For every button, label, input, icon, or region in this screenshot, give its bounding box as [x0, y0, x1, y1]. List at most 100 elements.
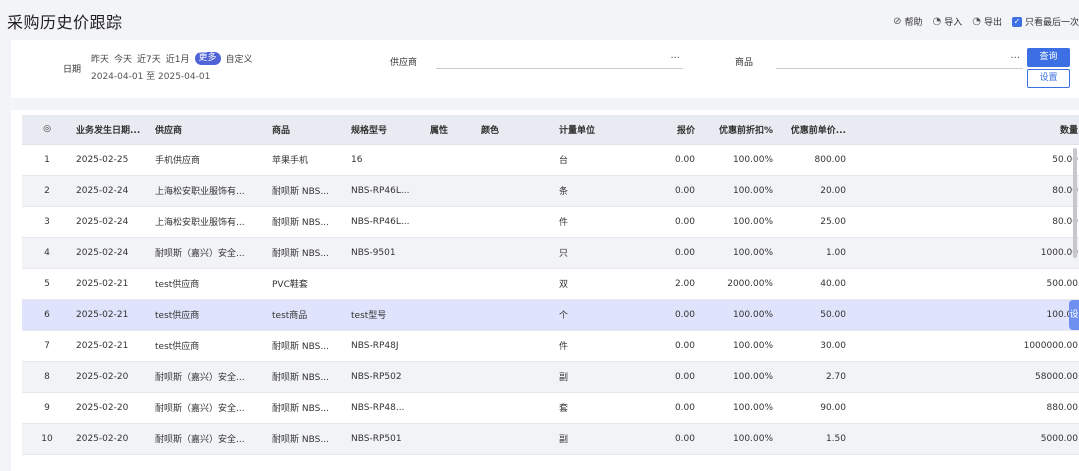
cell-color	[477, 299, 555, 331]
cell-attr	[426, 268, 477, 300]
settings-button[interactable]: 设置	[1027, 69, 1070, 88]
vertical-scrollbar[interactable]	[1073, 148, 1077, 258]
header-qty[interactable]: 数量	[850, 115, 1079, 145]
table-row[interactable]: 7 2025-02-21 test供应商 耐呗斯 NBS... NBS-RP48J 件 0.…	[22, 330, 1079, 362]
cell-discount: 100.00%	[699, 392, 777, 424]
table-row[interactable]: 5 2025-02-21 test供应商 PVC鞋套 双 2.00 2000.00% 40.0…	[22, 268, 1079, 300]
table-row[interactable]: 10 2025-02-20 耐呗斯（嘉兴）安全... 耐呗斯 NBS... NBS-RP…	[22, 423, 1079, 455]
header-attr[interactable]: 属性	[426, 115, 477, 145]
export-icon: ◔	[972, 16, 981, 27]
table-row[interactable]: 2 2025-02-24 上海松安职业服饰有... 耐呗斯 NBS... NBS-RP4…	[22, 175, 1079, 207]
table-row[interactable]: 8 2025-02-20 耐呗斯（嘉兴）安全... 耐呗斯 NBS... NBS-RP5…	[22, 361, 1079, 393]
table-body: 1 2025-02-25 手机供应商 苹果手机 16 台 0.00 100.00% 800.00…	[22, 144, 1079, 455]
quick-date-range: 昨天 今天 近7天 近1月 更多 自定义	[91, 52, 258, 65]
cell-price: 0.00	[640, 175, 699, 207]
quick-custom[interactable]: 自定义	[226, 52, 253, 65]
header-date[interactable]: 业务发生日期...	[72, 115, 151, 145]
cell-color	[477, 144, 555, 176]
cell-supplier: test供应商	[151, 268, 268, 300]
cell-price: 0.00	[640, 330, 699, 362]
export-button[interactable]: ◔ 导出	[972, 15, 1002, 28]
cell-unit: 台	[555, 144, 640, 176]
cell-seq: 10	[22, 423, 72, 455]
cell-qty: 500.00	[850, 268, 1079, 300]
quick-yesterday[interactable]: 昨天	[91, 52, 109, 65]
quick-7days[interactable]: 近7天	[137, 52, 161, 65]
header-discount[interactable]: 优惠前折扣%	[699, 115, 777, 145]
cell-discount: 100.00%	[699, 237, 777, 269]
checkbox-icon[interactable]: ✓	[1011, 16, 1022, 27]
cell-attr	[426, 330, 477, 362]
table-row[interactable]: 4 2025-02-24 耐呗斯（嘉兴）安全... 耐呗斯 NBS... NBS-950…	[22, 237, 1079, 269]
header-pre-price[interactable]: 优惠前单价...	[777, 115, 850, 145]
cell-spec: test型号	[347, 299, 426, 331]
cell-seq: 3	[22, 206, 72, 238]
quick-today[interactable]: 今天	[114, 52, 132, 65]
cell-seq: 7	[22, 330, 72, 362]
table-row[interactable]: 9 2025-02-20 耐呗斯（嘉兴）安全... 耐呗斯 NBS... NBS-RP4…	[22, 392, 1079, 424]
cell-qty: 880.00	[850, 392, 1079, 424]
cell-date: 2025-02-24	[72, 237, 151, 269]
cell-qty: 80.00	[850, 206, 1079, 238]
cell-date: 2025-02-21	[72, 299, 151, 331]
cell-seq: 9	[22, 392, 72, 424]
cell-spec: NBS-RP501	[347, 423, 426, 455]
table-row[interactable]: 6 2025-02-21 test供应商 test商品 test型号个 0.00 100.0…	[22, 299, 1079, 331]
cell-color	[477, 361, 555, 393]
cell-qty: 1000.00	[850, 237, 1079, 269]
cell-product: 耐呗斯 NBS...	[268, 237, 347, 269]
cell-seq: 5	[22, 268, 72, 300]
header-price[interactable]: 报价	[640, 115, 699, 145]
cell-qty: 80.00	[850, 175, 1079, 207]
cell-discount: 100.00%	[699, 299, 777, 331]
import-button[interactable]: ◔ 导入	[932, 15, 962, 28]
cell-attr	[426, 206, 477, 238]
cell-product: 耐呗斯 NBS...	[268, 206, 347, 238]
cell-date: 2025-02-24	[72, 175, 151, 207]
cell-product: 耐呗斯 NBS...	[268, 175, 347, 207]
cell-unit: 双	[555, 268, 640, 300]
date-range-value[interactable]: 2024-04-01 至 2025-04-01	[91, 69, 210, 82]
cell-attr	[426, 144, 477, 176]
cell-product: 苹果手机	[268, 144, 347, 176]
supplier-picker-icon[interactable]: ···	[670, 53, 680, 64]
cell-color	[477, 175, 555, 207]
quick-1month[interactable]: 近1月	[166, 52, 190, 65]
cell-pre-price: 1.50	[777, 423, 850, 455]
cell-product: 耐呗斯 NBS...	[268, 392, 347, 424]
cell-unit: 件	[555, 330, 640, 362]
header-unit[interactable]: 计量单位	[555, 115, 640, 145]
supplier-field[interactable]: ···	[436, 49, 683, 69]
product-picker-icon[interactable]: ···	[1010, 53, 1020, 64]
header-color[interactable]: 颜色	[477, 115, 555, 145]
cell-qty: 1000000.00	[850, 330, 1079, 362]
column-settings-icon[interactable]: ◎	[22, 115, 72, 145]
cell-discount: 2000.00%	[699, 268, 777, 300]
cell-product: 耐呗斯 NBS...	[268, 423, 347, 455]
cell-product: test商品	[268, 299, 347, 331]
cell-seq: 1	[22, 144, 72, 176]
help-icon: ⊘	[893, 16, 902, 27]
only-latest-label: 只看最后一次	[1024, 18, 1079, 28]
cell-product: 耐呗斯 NBS...	[268, 330, 347, 362]
product-field[interactable]: ···	[776, 49, 1023, 69]
cell-attr	[426, 175, 477, 207]
only-latest-toggle[interactable]: ✓ 只看最后一次	[1011, 15, 1079, 28]
side-tab[interactable]: 设	[1069, 300, 1079, 330]
help-button[interactable]: ⊘ 帮助	[893, 15, 922, 28]
header-supplier[interactable]: 供应商	[151, 115, 268, 145]
cell-discount: 100.00%	[699, 175, 777, 207]
table-row[interactable]: 3 2025-02-24 上海松安职业服饰有... 耐呗斯 NBS... NBS-RP4…	[22, 206, 1079, 238]
cell-price: 2.00	[640, 268, 699, 300]
cell-price: 0.00	[640, 299, 699, 331]
quick-more[interactable]: 更多	[194, 52, 221, 65]
header-spec[interactable]: 规格型号	[347, 115, 426, 145]
cell-product: PVC鞋套	[268, 268, 347, 300]
table-row[interactable]: 1 2025-02-25 手机供应商 苹果手机 16 台 0.00 100.00% 800.00…	[22, 144, 1079, 176]
cell-color	[477, 392, 555, 424]
query-button[interactable]: 查询	[1027, 48, 1070, 67]
cell-price: 0.00	[640, 206, 699, 238]
cell-color	[477, 206, 555, 238]
header-product[interactable]: 商品	[268, 115, 347, 145]
cell-color	[477, 237, 555, 269]
